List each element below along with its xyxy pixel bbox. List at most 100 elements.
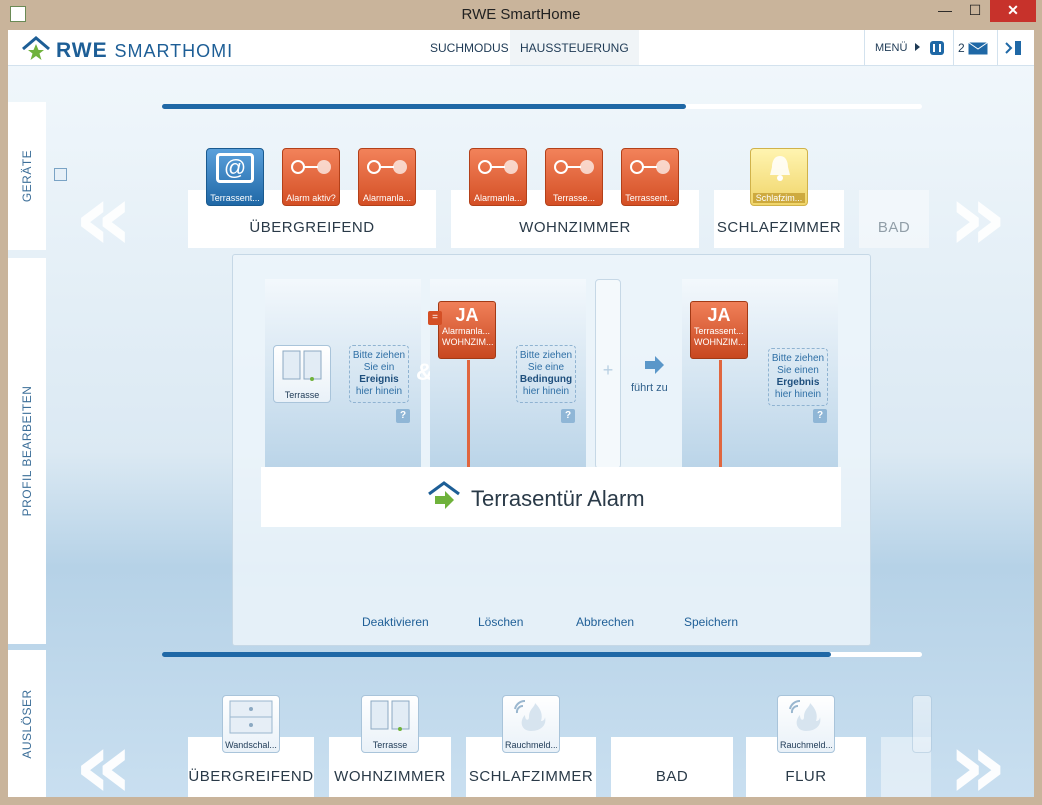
delete-button[interactable]: Löschen (478, 615, 523, 629)
profile-editor-panel: Terrasse Bitte ziehen Sie ein Ereignis h… (232, 254, 871, 646)
minimize-button[interactable]: — (930, 0, 960, 22)
condition-column[interactable]: JA Alarmanla... WOHNZIM... = Bitte ziehe… (428, 279, 586, 469)
help-icon[interactable]: ? (561, 409, 575, 423)
tile-label: Terrasse (372, 740, 408, 750)
hint-text: hier hinein (774, 389, 822, 400)
device-tile[interactable]: Rauchmeld... (502, 695, 560, 753)
app-client-area: RWE SMARTHOMI SUCHMODUS HAUSSTEUERUNG ME… (8, 30, 1034, 797)
help-icon[interactable]: ? (396, 409, 410, 423)
logout-icon[interactable] (1005, 40, 1023, 56)
maximize-button[interactable]: ☐ (960, 0, 990, 22)
device-tile[interactable]: Schlafzim... (750, 148, 808, 206)
plus-icon: + (602, 360, 614, 380)
device-tile[interactable]: Alarmanla... (469, 148, 527, 206)
smoke-detector-icon (514, 699, 546, 731)
profile-name-bar[interactable]: Terrasentür Alarm (261, 467, 841, 527)
tile-label: Alarmanla... (362, 193, 412, 203)
window-titlebar: RWE SmartHome — ☐ ✕ (0, 0, 1042, 30)
add-condition-column[interactable]: + (595, 279, 621, 469)
door-icon (282, 350, 322, 381)
room-name: WOHNZIMMER (519, 219, 631, 236)
triggers-scroll-progress[interactable] (162, 652, 922, 657)
result-room: WOHNZIM... (694, 337, 746, 347)
tile-label: Alarm aktiv? (286, 193, 336, 203)
device-tile[interactable]: Rauchmeld... (777, 695, 835, 753)
room-name: ÜBERGREIFEND (249, 219, 375, 236)
tile-label: Rauchmeld... (780, 740, 832, 750)
tab-haussteuerung[interactable]: HAUSSTEUERUNG (510, 30, 639, 65)
result-dropzone[interactable]: Bitte ziehen Sie einen Ergebnis hier hin… (768, 348, 828, 406)
trigger-device-tile[interactable]: Terrasse (273, 345, 331, 403)
hint-keyword: Ereignis (359, 374, 399, 385)
room-name: WOHNZIMMER (334, 768, 446, 785)
condition-dropzone[interactable]: Bitte ziehen Sie eine Bedingung hier hin… (516, 345, 576, 403)
scroll-right-icon[interactable]: » (948, 720, 1007, 798)
wall-switch-icon (229, 700, 273, 734)
condition-room: WOHNZIM... (442, 337, 494, 347)
device-tile-partial[interactable] (912, 695, 932, 753)
at-icon: @ (216, 153, 254, 183)
sidetab-profil-bearbeiten[interactable]: PROFIL BEARBEITEN (8, 258, 46, 644)
device-tile[interactable]: Alarmanla... (358, 148, 416, 206)
arrow-right-icon (645, 356, 664, 374)
devices-scroll-progress[interactable] (162, 104, 922, 109)
save-button[interactable]: Speichern (684, 615, 738, 629)
device-tile[interactable]: Alarm aktiv? (282, 148, 340, 206)
result-column[interactable]: JA Terrassent... WOHNZIM... Bitte ziehen… (682, 279, 838, 469)
trigger-column[interactable]: Terrasse Bitte ziehen Sie ein Ereignis h… (265, 279, 421, 469)
room-bad[interactable]: BAD (859, 190, 929, 248)
menu-arrow-icon (915, 43, 920, 51)
tile-label: Terrasse (284, 390, 320, 400)
brand-name: RWE SMARTHOMI (56, 39, 233, 63)
deactivate-button[interactable]: Deaktivieren (362, 615, 429, 629)
event-dropzone[interactable]: Bitte ziehen Sie ein Ereignis hier hinei… (349, 345, 409, 403)
device-tile[interactable]: Terrasse... (545, 148, 603, 206)
hint-text: hier hinein (522, 386, 570, 397)
hint-text: Sie eine (527, 362, 565, 373)
condition-tile[interactable]: JA Alarmanla... WOHNZIM... (438, 301, 496, 359)
cancel-button[interactable]: Abbrechen (576, 615, 634, 629)
collapse-icon[interactable] (54, 168, 67, 181)
condition-stem (467, 360, 470, 469)
sidetab-ausloeser-label: AUSLÖSER (20, 688, 34, 759)
hint-text: Bitte ziehen (352, 350, 406, 361)
leads-to-label: führt zu (631, 382, 668, 394)
operator-badge[interactable]: = (428, 311, 442, 325)
help-icon[interactable]: ? (813, 409, 827, 423)
toggle-icon (291, 159, 331, 177)
scroll-left-icon[interactable]: « (74, 172, 133, 264)
progress-fill (162, 652, 831, 657)
sidetab-ausloeser[interactable]: AUSLÖSER (8, 650, 46, 797)
hint-text: hier hinein (355, 386, 403, 397)
sidetab-geraete[interactable]: GERÄTE (8, 102, 46, 250)
smoke-detector-icon (789, 699, 821, 731)
device-tile[interactable]: Terrassent... (621, 148, 679, 206)
toggle-icon (554, 159, 594, 177)
house-star-icon (22, 36, 50, 60)
tools-icon[interactable] (929, 40, 945, 56)
hint-text: Sie einen (777, 365, 819, 376)
scroll-left-icon[interactable]: « (74, 720, 133, 798)
tile-label: Terrasse... (552, 193, 595, 203)
menu-button[interactable]: MENÜ (875, 42, 907, 54)
toggle-icon (630, 159, 670, 177)
result-device: Terrassent... (694, 326, 744, 336)
mail-icon[interactable] (968, 42, 988, 55)
tile-label: Alarmanla... (473, 193, 523, 203)
sidetab-profil-label: PROFIL BEARBEITEN (20, 385, 34, 517)
profile-house-icon (428, 481, 460, 509)
close-button[interactable]: ✕ (990, 0, 1036, 22)
result-tile[interactable]: JA Terrassent... WOHNZIM... (690, 301, 748, 359)
message-count: 2 (958, 41, 965, 55)
device-tile[interactable]: @ Terrassent... (206, 148, 264, 206)
toggle-icon (478, 159, 518, 177)
toggle-icon (367, 159, 407, 177)
sidetab-geraete-label: GERÄTE (20, 149, 34, 203)
device-tile[interactable]: Wandschal... (222, 695, 280, 753)
scroll-right-icon[interactable]: » (948, 172, 1007, 264)
tab-suchmodus[interactable]: SUCHMODUS (420, 30, 519, 65)
room-bad[interactable]: BAD (611, 737, 733, 797)
tile-label: Terrassent... (210, 193, 260, 203)
device-tile[interactable]: Terrasse (361, 695, 419, 753)
tile-label: Rauchmeld... (505, 740, 557, 750)
